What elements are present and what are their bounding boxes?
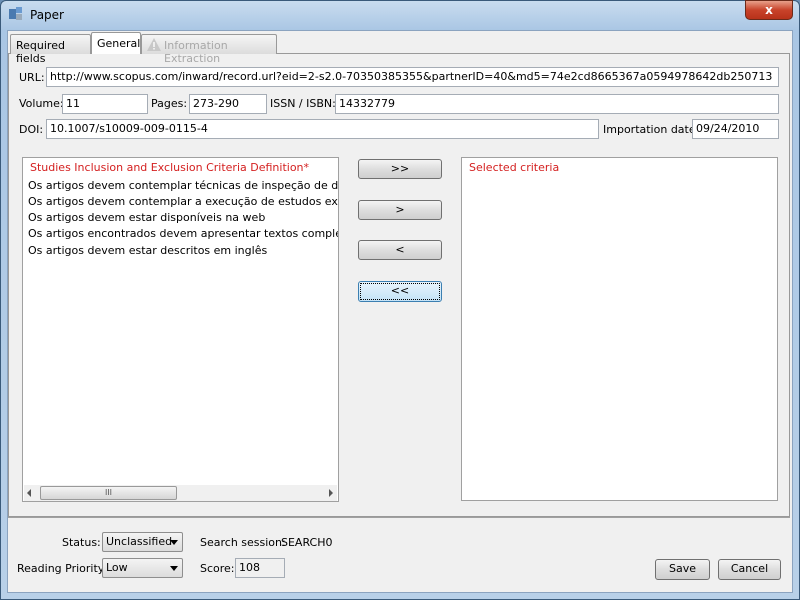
list-item[interactable]: Os artigos encontrados devem apresentar … [28, 227, 338, 240]
reading-priority-dropdown[interactable]: Low [102, 558, 183, 578]
scroll-thumb[interactable]: III [40, 486, 177, 500]
save-button[interactable]: Save [655, 559, 710, 580]
status-dropdown[interactable]: Unclassified [102, 532, 183, 552]
score-label: Score: [200, 562, 235, 575]
url-label: URL: [19, 71, 45, 84]
remove-all-button[interactable]: << [358, 281, 442, 302]
list-item[interactable]: Os artigos devem contemplar técnicas de … [28, 179, 338, 192]
doi-input[interactable]: 10.1007/s10009-009-0115-4 [46, 119, 599, 139]
tab-information-extraction: Information Extraction [141, 34, 277, 65]
chevron-down-icon [170, 566, 178, 571]
pages-input[interactable]: 273-290 [189, 94, 267, 114]
criteria-list-title: Studies Inclusion and Exclusion Criteria… [29, 161, 311, 174]
doi-label: DOI: [19, 123, 44, 136]
score-field: 108 [235, 558, 285, 578]
scroll-right-icon[interactable] [329, 489, 333, 497]
tab-general[interactable]: General [91, 32, 141, 54]
window-title: Paper [30, 8, 64, 22]
pages-label: Pages: [151, 97, 188, 110]
url-input[interactable]: http://www.scopus.com/inward/record.url?… [46, 67, 779, 87]
tab-required-fields[interactable]: Required fields [10, 34, 91, 65]
cancel-button[interactable]: Cancel [718, 559, 781, 580]
criteria-list: Studies Inclusion and Exclusion Criteria… [22, 157, 339, 502]
volume-input[interactable]: 11 [62, 94, 148, 114]
search-session-label: Search session: [200, 536, 286, 549]
priority-value: Low [106, 561, 128, 574]
status-value: Unclassified [106, 535, 173, 548]
scroll-left-icon[interactable] [27, 489, 31, 497]
add-button[interactable]: > [358, 200, 442, 220]
add-all-button[interactable]: >> [358, 159, 442, 179]
list-item[interactable]: Os artigos devem estar disponíveis na we… [28, 211, 265, 224]
importation-date-input[interactable]: 09/24/2010 [692, 119, 779, 139]
close-button[interactable]: x [745, 0, 793, 20]
importation-date-label: Importation date: [603, 123, 700, 136]
volume-label: Volume: [19, 97, 64, 110]
list-item[interactable]: Os artigos devem contemplar a execução d… [28, 195, 338, 208]
remove-button[interactable]: < [358, 240, 442, 260]
tab-label: Information Extraction [164, 39, 228, 65]
reading-priority-label: Reading Priority: [17, 562, 108, 575]
issn-input[interactable]: 14332779 [335, 94, 779, 114]
status-label: Status: [62, 536, 101, 549]
search-session-value: SEARCH0 [281, 536, 333, 549]
selected-criteria-title: Selected criteria [468, 161, 561, 174]
horizontal-scrollbar[interactable]: III [24, 485, 337, 501]
list-item[interactable]: Os artigos devem estar descritos em ingl… [28, 244, 267, 257]
issn-label: ISSN / ISBN: [270, 97, 336, 110]
chevron-down-icon [170, 540, 178, 545]
selected-criteria-list[interactable]: Selected criteria [461, 157, 778, 501]
warning-icon [147, 38, 161, 51]
app-icon [9, 7, 22, 20]
divider [8, 517, 790, 518]
